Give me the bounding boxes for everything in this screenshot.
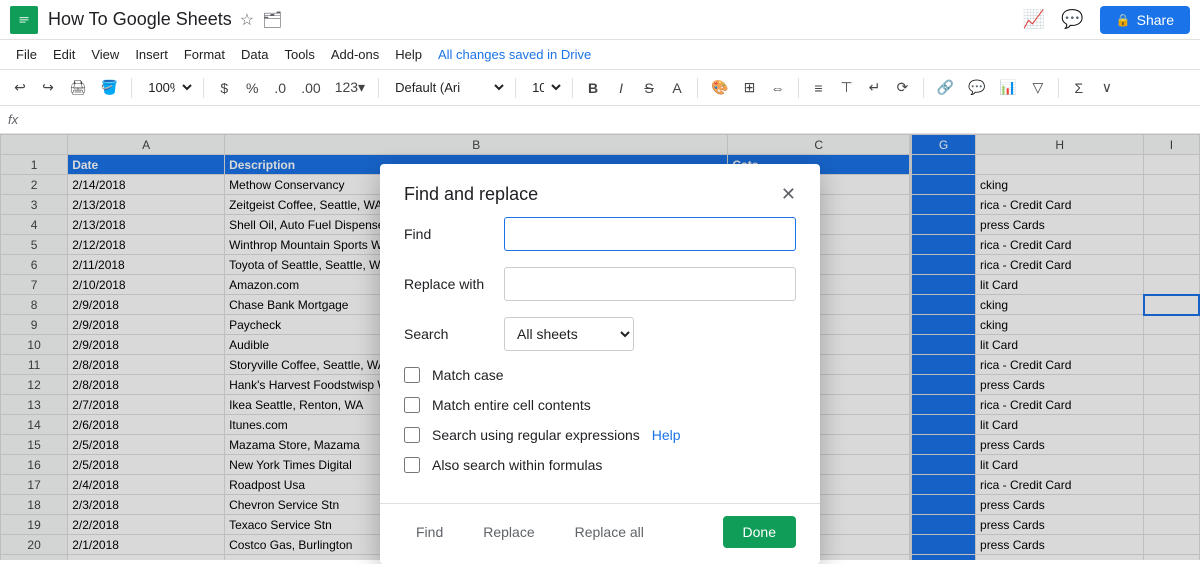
menu-file[interactable]: File xyxy=(8,43,45,66)
menu-data[interactable]: Data xyxy=(233,43,276,66)
match-case-row: Match case xyxy=(404,367,796,383)
decimal-increase-button[interactable]: .00 xyxy=(296,77,325,99)
help-link[interactable]: Help xyxy=(652,427,681,443)
find-label: Find xyxy=(404,226,504,242)
menu-edit[interactable]: Edit xyxy=(45,43,83,66)
modal-header: Find and replace ✕ xyxy=(380,164,820,217)
print-button[interactable]: 🖨 xyxy=(64,76,92,99)
percent-button[interactable]: % xyxy=(240,77,264,99)
menu-format[interactable]: Format xyxy=(176,43,233,66)
find-replace-modal: Find and replace ✕ Find Replace with Sea… xyxy=(380,164,820,564)
formulas-label: Also search within formulas xyxy=(432,457,602,473)
separator-9 xyxy=(1058,78,1059,98)
sheet-area: A B C 1 Date Description Cate 2 2/14/201… xyxy=(0,134,1200,560)
replace-input[interactable] xyxy=(504,267,796,301)
analytics-icon[interactable]: 📈 xyxy=(1023,9,1045,30)
comment-tb-button[interactable]: 💬 xyxy=(963,76,990,99)
title-bar: How To Google Sheets ☆ 🗂 📈 💬 🔒 Share xyxy=(0,0,1200,40)
star-icon[interactable]: ☆ xyxy=(240,10,254,30)
separator-3 xyxy=(378,78,379,98)
regex-checkbox[interactable] xyxy=(404,427,420,443)
separator-7 xyxy=(798,78,799,98)
decimal-decrease-button[interactable]: .0 xyxy=(268,77,292,99)
done-button[interactable]: Done xyxy=(723,516,796,548)
formula-bar: fx xyxy=(0,106,1200,134)
separator-5 xyxy=(572,78,573,98)
link-button[interactable]: 🔗 xyxy=(932,76,959,99)
separator-4 xyxy=(515,78,516,98)
zoom-select[interactable]: 100%75%125% xyxy=(140,77,195,98)
modal-overlay: Find and replace ✕ Find Replace with Sea… xyxy=(0,134,1200,560)
undo-button[interactable]: ↩ xyxy=(8,76,32,99)
merge-button[interactable]: ⇔ xyxy=(766,77,790,99)
saved-notice: All changes saved in Drive xyxy=(438,47,591,62)
menu-addons[interactable]: Add-ons xyxy=(323,43,387,66)
formulas-checkbox[interactable] xyxy=(404,457,420,473)
match-entire-checkbox[interactable] xyxy=(404,397,420,413)
drive-icon[interactable]: 🗂 xyxy=(262,10,282,30)
menu-view[interactable]: View xyxy=(83,43,127,66)
match-case-label: Match case xyxy=(432,367,504,383)
title-icons: ☆ 🗂 xyxy=(240,10,283,30)
separator-2 xyxy=(203,78,204,98)
valign-button[interactable]: ⊤ xyxy=(835,76,859,99)
paint-format-button[interactable]: 🪣 xyxy=(96,76,123,99)
regex-row: Search using regular expressions Help xyxy=(404,427,796,443)
menu-bar: File Edit View Insert Format Data Tools … xyxy=(0,40,1200,70)
replace-row: Replace with xyxy=(404,267,796,301)
separator-6 xyxy=(697,78,698,98)
match-case-checkbox[interactable] xyxy=(404,367,420,383)
app-icon xyxy=(10,6,38,34)
formula-input[interactable] xyxy=(26,112,1192,127)
toolbar: ↩ ↪ 🖨 🪣 100%75%125% $ % .0 .00 123▾ Defa… xyxy=(0,70,1200,106)
rotate-button[interactable]: ⟳ xyxy=(891,76,915,99)
lock-icon: 🔒 xyxy=(1116,13,1131,27)
separator-1 xyxy=(131,78,132,98)
match-entire-row: Match entire cell contents xyxy=(404,397,796,413)
regex-label: Search using regular expressions xyxy=(432,427,640,443)
comment-icon[interactable]: 💬 xyxy=(1061,9,1083,30)
expand-button[interactable]: ∨ xyxy=(1095,76,1119,99)
wrap-button[interactable]: ↵ xyxy=(863,76,887,99)
match-entire-label: Match entire cell contents xyxy=(432,397,591,413)
footer-left: Find Replace Replace all xyxy=(404,518,656,546)
currency-button[interactable]: $ xyxy=(212,77,236,99)
redo-button[interactable]: ↪ xyxy=(36,76,60,99)
find-button[interactable]: Find xyxy=(404,518,455,546)
chart-button[interactable]: 📊 xyxy=(994,76,1021,99)
search-select[interactable]: All sheets This sheet Specific range xyxy=(504,317,634,351)
fill-color-button[interactable]: 🎨 xyxy=(706,76,733,99)
search-label: Search xyxy=(404,326,504,342)
italic-button[interactable]: I xyxy=(609,77,633,99)
formulas-row: Also search within formulas xyxy=(404,457,796,473)
replace-label: Replace with xyxy=(404,276,504,292)
modal-body: Find Replace with Search All sheets This… xyxy=(380,217,820,503)
replace-button[interactable]: Replace xyxy=(471,518,546,546)
fx-label: fx xyxy=(8,112,18,127)
menu-help[interactable]: Help xyxy=(387,43,430,66)
filter-button[interactable]: ▽ xyxy=(1026,76,1050,99)
find-row: Find xyxy=(404,217,796,251)
align-button[interactable]: ≡ xyxy=(807,77,831,99)
format-123-button[interactable]: 123▾ xyxy=(330,76,370,99)
modal-title: Find and replace xyxy=(404,184,538,205)
find-input[interactable] xyxy=(504,217,796,251)
separator-8 xyxy=(923,78,924,98)
font-size-select[interactable]: 10812 xyxy=(524,77,564,98)
search-row: Search All sheets This sheet Specific ra… xyxy=(404,317,796,351)
function-button[interactable]: Σ xyxy=(1067,77,1091,99)
strikethrough-button[interactable]: S xyxy=(637,77,661,99)
right-icons: 📈 💬 🔒 Share xyxy=(1023,6,1190,34)
text-color-button[interactable]: A xyxy=(665,77,689,99)
replace-all-button[interactable]: Replace all xyxy=(563,518,656,546)
menu-insert[interactable]: Insert xyxy=(127,43,176,66)
menu-tools[interactable]: Tools xyxy=(276,43,322,66)
font-select[interactable]: Default (Ari xyxy=(387,77,507,98)
modal-close-button[interactable]: ✕ xyxy=(781,184,796,205)
borders-button[interactable]: ⊞ xyxy=(738,76,762,99)
bold-button[interactable]: B xyxy=(581,77,605,99)
doc-title: How To Google Sheets xyxy=(48,9,232,30)
share-button[interactable]: 🔒 Share xyxy=(1100,6,1190,34)
modal-footer: Find Replace Replace all Done xyxy=(380,503,820,564)
